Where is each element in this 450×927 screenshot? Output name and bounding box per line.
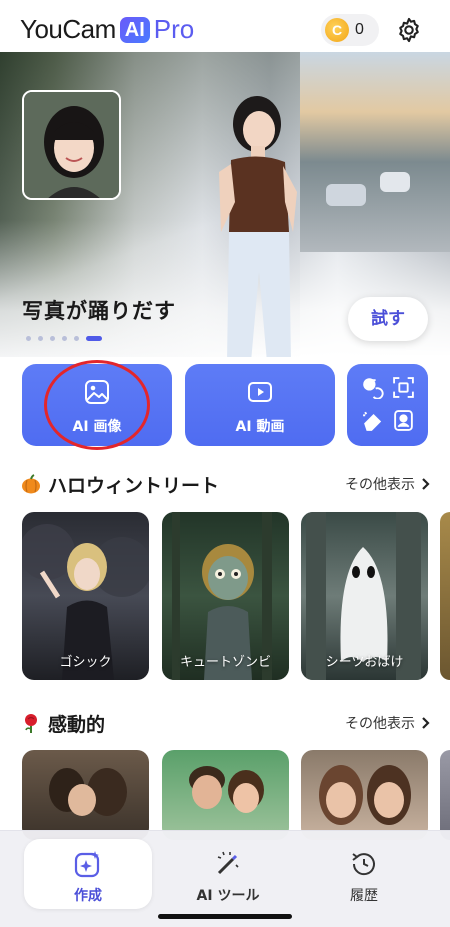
image-icon: [85, 380, 109, 404]
coin-count: 0: [355, 21, 364, 38]
friends-smile-image: [189, 766, 264, 813]
pumpkin-icon: [22, 474, 40, 494]
ai-video-button[interactable]: AI 動画: [185, 364, 335, 446]
women-smile-image: [319, 765, 411, 825]
hero-title: 写真が踊りだす: [22, 299, 176, 323]
nav-create[interactable]: 作成: [24, 839, 152, 909]
chevron-right-icon: [422, 717, 430, 729]
source-photo-thumbnail: [22, 90, 121, 200]
couple-kiss-image: [49, 768, 127, 816]
dancing-woman-image: [219, 96, 297, 357]
template-card-partial[interactable]: [440, 750, 450, 840]
template-card-couple[interactable]: [22, 750, 149, 840]
ai-tools-shortcut[interactable]: [347, 364, 428, 446]
nav-create-label: 作成: [74, 888, 102, 904]
ai-image-label: AI 画像: [72, 419, 122, 435]
video-play-icon: [248, 382, 272, 402]
carousel-dot-active: [86, 336, 102, 341]
app-logo: YouCam AI Pro: [20, 14, 194, 45]
see-more-link[interactable]: その他表示: [345, 713, 430, 733]
ai-video-label: AI 動画: [235, 419, 285, 435]
expand-icon: [393, 377, 414, 398]
app-header: YouCam AI Pro C 0: [0, 0, 450, 52]
template-card-partial[interactable]: [440, 512, 450, 680]
see-more-link[interactable]: その他表示: [345, 474, 430, 494]
try-button[interactable]: 試す: [348, 297, 428, 341]
section-halloween-header: ハロウィントリート その他表示: [20, 470, 430, 498]
car-shape: [326, 184, 366, 206]
template-card-gothic[interactable]: ゴシック: [22, 512, 149, 680]
portrait-icon: [394, 410, 413, 431]
template-card-sisters[interactable]: [301, 750, 428, 840]
see-more-label: その他表示: [345, 477, 415, 493]
gear-icon[interactable]: [395, 16, 423, 44]
coin-icon: C: [325, 18, 349, 42]
section-title: ハロウィントリート: [48, 474, 220, 497]
section-title: 感動的: [48, 713, 106, 736]
logo-ai-badge: AI: [119, 16, 150, 43]
carousel-indicator: [26, 336, 102, 341]
section-emotional-header: 感動的 その他表示: [20, 709, 430, 737]
home-indicator: [158, 914, 292, 919]
carousel-dot: [50, 336, 55, 341]
card-label: キュートゾンビ: [179, 655, 271, 670]
car-shape: [380, 172, 410, 192]
history-clock-icon: [352, 853, 375, 876]
eraser-icon: [363, 411, 382, 431]
chevron-right-icon: [422, 478, 430, 490]
logo-pro-text: Pro: [153, 14, 195, 44]
see-more-label: その他表示: [345, 716, 415, 732]
ai-image-button[interactable]: AI 画像: [22, 364, 172, 446]
template-card-friends[interactable]: [162, 750, 289, 840]
carousel-dot: [74, 336, 79, 341]
sparkle-create-icon: [74, 851, 100, 878]
logo-text: YouCam: [20, 14, 116, 44]
template-card-cute-zombie[interactable]: キュートゾンビ: [162, 512, 289, 680]
nav-history[interactable]: 履歴: [300, 839, 428, 909]
card-label: ゴシック: [59, 655, 112, 670]
hero-street-scene: [300, 52, 450, 252]
coin-balance[interactable]: C 0: [321, 14, 379, 46]
face-swap-icon: [363, 378, 384, 399]
nav-history-label: 履歴: [350, 888, 378, 904]
nav-ai-tools-label: AI ツール: [196, 888, 260, 904]
magic-wand-icon: [217, 851, 239, 875]
rose-icon: [25, 714, 37, 733]
portrait-thumbnail-image: [24, 92, 119, 198]
carousel-dot: [26, 336, 31, 341]
nav-ai-tools[interactable]: AI ツール: [164, 839, 292, 909]
bottom-navigation: 作成 AI ツール 履歴: [0, 830, 450, 927]
template-card-sheet-ghost[interactable]: シーツおばけ: [301, 512, 428, 680]
card-label: シーツおばけ: [325, 655, 404, 670]
carousel-dot: [38, 336, 43, 341]
carousel-dot: [62, 336, 67, 341]
